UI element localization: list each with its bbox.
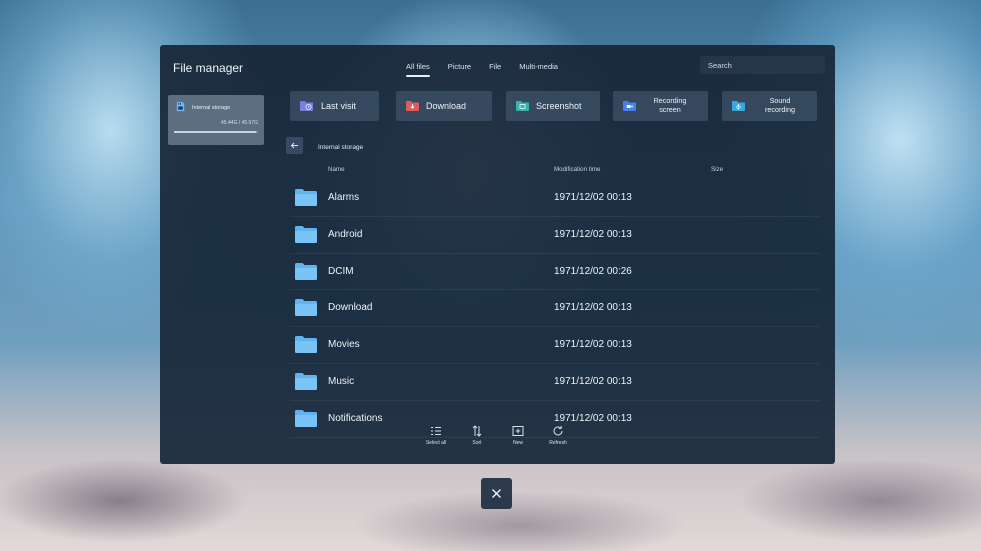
quick-screenshot-button[interactable]: Screenshot [506,91,600,121]
file-name: Download [328,302,373,314]
file-name: Notifications [328,412,383,424]
storage-size: 45.44G / 45.97G [221,120,258,126]
tab-picture[interactable]: Picture [448,59,479,81]
sidebar-item-internal-storage[interactable]: Internal storage 45.44G / 45.97G [168,95,264,145]
file-row[interactable]: Movies 1971/12/02 00:13 [290,327,820,364]
file-name: Android [328,228,363,240]
folder-icon [295,336,317,354]
toolbar-label: Refresh [549,440,567,446]
sd-card-icon [176,101,185,112]
file-row[interactable]: Android 1971/12/02 00:13 [290,217,820,254]
back-button[interactable] [286,137,303,154]
file-row[interactable]: Music 1971/12/02 00:13 [290,364,820,401]
file-name: Alarms [328,192,360,203]
file-modified: 1971/12/02 00:13 [554,302,632,314]
quick-last-visit-button[interactable]: Last visit [290,91,379,121]
toolbar-label: New [512,440,523,446]
search-input[interactable] [700,56,825,74]
tab-multi-media[interactable]: Multi-media [519,59,566,81]
download-icon [406,101,419,111]
sound-record-icon [732,101,745,111]
arrow-left-icon [290,142,298,149]
select-all-button[interactable]: Select all [416,425,456,446]
list-check-icon [431,427,441,435]
close-icon [492,489,501,498]
toolbar-label: Sort [472,440,482,446]
quick-label-line2: recording [765,105,795,114]
column-header-name[interactable]: Name [328,166,345,173]
storage-name: Internal storage [192,105,231,111]
file-modified: 1971/12/02 00:13 [554,339,632,351]
tab-file[interactable]: File [489,59,509,81]
folder-icon [295,372,317,390]
folder-icon [295,262,317,280]
toolbar-label: Select all [425,440,447,446]
screen-record-icon [623,101,636,111]
file-row[interactable]: Alarms 1971/12/02 00:13 [290,180,820,217]
screenshot-icon [516,101,529,111]
close-button[interactable] [481,478,512,509]
refresh-button[interactable]: Refresh [538,425,578,446]
file-modified: 1971/12/02 00:13 [554,375,632,387]
quick-recording-screen-button[interactable]: Recording screen [613,91,708,121]
file-name: Music [328,375,355,387]
quick-label-line1: Recording [653,96,687,105]
quick-label-line2: screen [659,105,681,114]
file-row[interactable]: Download 1971/12/02 00:13 [290,290,820,328]
file-name: DCIM [328,265,354,277]
quick-sound-recording-button[interactable]: Sound recording [722,91,817,121]
storage-usage-fill [174,131,257,133]
file-manager-window: File manager All files Picture File Mult… [160,45,835,464]
file-modified: 1971/12/02 00:13 [554,192,632,203]
quick-label-line1: Sound [769,96,791,105]
folder-icon [295,189,317,206]
file-modified: 1971/12/02 00:13 [554,412,632,424]
breadcrumb[interactable]: Internal storage [318,144,363,151]
quick-label: Download [426,101,467,111]
quick-label: Sound recording [752,96,808,114]
quick-label: Recording screen [643,96,697,114]
folder-icon [295,299,317,317]
folder-clock-icon [300,101,313,111]
quick-label: Screenshot [536,101,582,111]
column-header-modified[interactable]: Modification time [554,166,600,173]
sort-button[interactable]: Sort [457,425,497,446]
storage-usage-bar [174,131,258,133]
refresh-icon [553,426,563,436]
quick-label: Last visit [321,101,357,111]
sort-icon [472,425,482,437]
file-name: Movies [328,339,360,351]
quick-download-button[interactable]: Download [396,91,492,121]
file-modified: 1971/12/02 00:13 [554,228,632,240]
tab-all-files[interactable]: All files [406,59,438,81]
file-row[interactable]: DCIM 1971/12/02 00:26 [290,254,820,291]
app-title: File manager [173,61,244,75]
new-folder-icon [512,426,524,436]
folder-icon [295,225,317,243]
file-modified: 1971/12/02 00:26 [554,265,632,277]
folder-icon [295,409,317,427]
column-header-size[interactable]: Size [711,166,723,173]
file-list: Alarms 1971/12/02 00:13 Android 1971/12/… [290,180,820,438]
category-tabs: All files Picture File Multi-media [406,59,576,81]
new-button[interactable]: New [498,425,538,446]
